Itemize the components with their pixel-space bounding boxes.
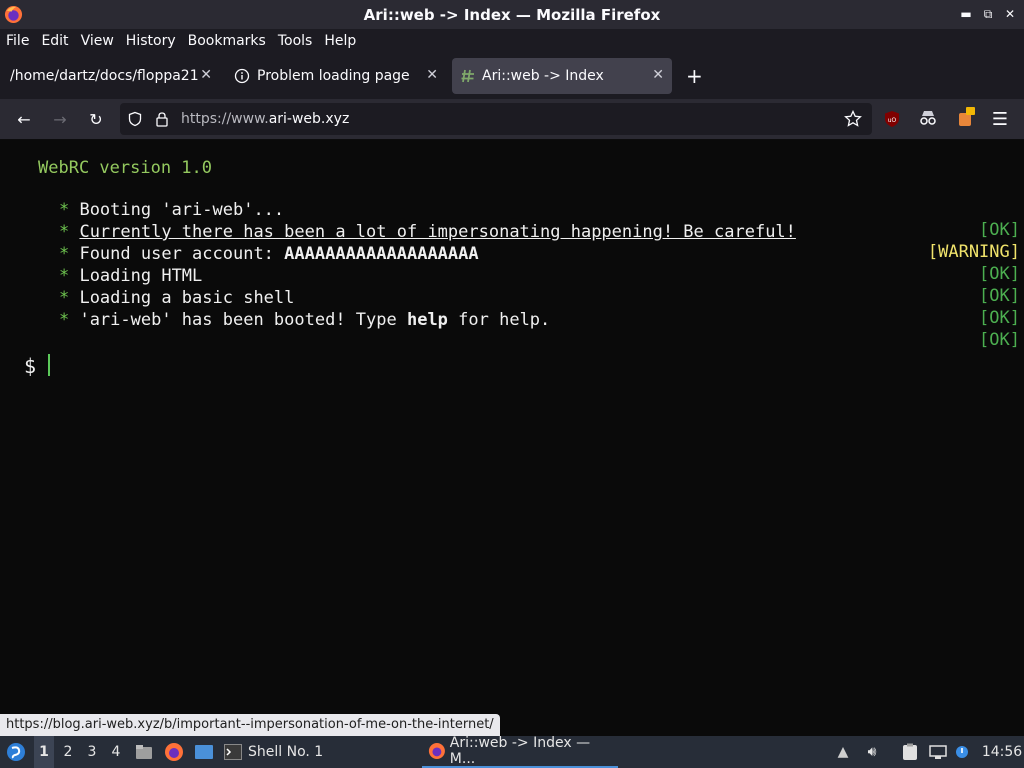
window-title: Ari::web -> Index — Mozilla Firefox xyxy=(363,5,661,24)
back-icon[interactable]: ← xyxy=(14,109,34,129)
info-icon xyxy=(234,68,250,84)
webrc-version: WebRC version 1.0 xyxy=(38,158,212,178)
workspace-3[interactable]: 3 xyxy=(82,736,102,768)
hamburger-menu-icon[interactable]: ☰ xyxy=(990,109,1010,130)
network-icon[interactable] xyxy=(928,736,948,768)
menu-history[interactable]: History xyxy=(120,33,182,49)
extension-badge-icon[interactable] xyxy=(956,106,976,128)
booted-line: * 'ari-web' has been booted! Type help f… xyxy=(58,310,1020,350)
boot-line: * Booting 'ari-web'... [OK] xyxy=(58,200,1020,240)
menu-view[interactable]: View xyxy=(75,33,120,49)
workspace-1[interactable]: 1 xyxy=(34,736,54,768)
loading-html-line: * Loading HTML [OK] xyxy=(58,266,1020,306)
task-firefox[interactable]: Ari::web -> Index — M... xyxy=(422,735,618,768)
shell-prompt: $ xyxy=(24,354,37,378)
url-text: https://www.ari-web.xyz xyxy=(181,111,350,127)
link-status-tooltip: https://blog.ari-web.xyz/b/important--im… xyxy=(0,714,500,736)
taskbar: 1 2 3 4 Shell No. 1 Ari::web -> Index — … xyxy=(0,735,1024,768)
minimize-icon[interactable]: ▬ xyxy=(958,6,974,22)
close-tab-icon[interactable]: ✕ xyxy=(200,67,212,83)
reload-icon[interactable]: ↻ xyxy=(86,109,106,129)
close-tab-icon[interactable]: ✕ xyxy=(652,67,664,83)
menubar: File Edit View History Bookmarks Tools H… xyxy=(0,29,1024,53)
tab-problem-loading[interactable]: Problem loading page ✕ xyxy=(220,58,446,94)
window-titlebar: Ari::web -> Index — Mozilla Firefox ▬ ⧉ … xyxy=(0,0,1024,29)
tray-up-arrow-icon[interactable]: ▲ xyxy=(834,736,852,768)
hash-icon xyxy=(461,69,474,83)
bullet: * xyxy=(58,310,70,330)
task-shell[interactable]: Shell No. 1 xyxy=(224,736,414,768)
task-label: Ari::web -> Index — M... xyxy=(449,735,591,767)
menu-file[interactable]: File xyxy=(0,33,35,49)
spy-extension-icon[interactable] xyxy=(918,110,938,128)
tab-floppa[interactable]: /home/dartz/docs/floppa21.l ✕ xyxy=(0,58,220,94)
navigation-toolbar: ← → ↻ https://www.ari-web.xyz uO ☰ xyxy=(0,99,1024,140)
close-icon[interactable]: ✕ xyxy=(1002,6,1018,22)
menu-help[interactable]: Help xyxy=(318,33,362,49)
menu-edit[interactable]: Edit xyxy=(35,33,74,49)
status-ok: [OK] xyxy=(979,330,1020,350)
workspace-2[interactable]: 2 xyxy=(58,736,78,768)
shield-icon[interactable] xyxy=(127,111,143,127)
volume-icon[interactable]: 🔊︎ xyxy=(862,736,882,768)
firefox-icon xyxy=(428,742,445,760)
help-command: help xyxy=(406,310,448,330)
task-label: Shell No. 1 xyxy=(248,744,324,760)
clipboard-icon[interactable] xyxy=(900,736,920,768)
restore-icon[interactable]: ⧉ xyxy=(980,6,996,22)
window-launcher-icon[interactable] xyxy=(194,736,214,768)
close-tab-icon[interactable]: ✕ xyxy=(426,67,438,83)
lock-icon[interactable] xyxy=(154,111,170,127)
tab-label: Problem loading page xyxy=(257,68,410,84)
file-manager-icon[interactable] xyxy=(134,736,154,768)
tab-ari-web[interactable]: Ari::web -> Index ✕ xyxy=(452,58,672,94)
tab-label: /home/dartz/docs/floppa21.l xyxy=(10,68,198,84)
ublock-icon[interactable]: uO xyxy=(883,110,901,128)
clock[interactable]: 14:56 xyxy=(982,736,1022,768)
tab-label: Ari::web -> Index xyxy=(482,68,604,84)
workspace-4[interactable]: 4 xyxy=(106,736,126,768)
forward-icon[interactable]: → xyxy=(50,109,70,129)
warning-line: * Currently there has been a lot of impe… xyxy=(18,202,1022,262)
bookmark-star-icon[interactable] xyxy=(844,110,862,128)
svg-text:uO: uO xyxy=(888,117,897,124)
menu-bookmarks[interactable]: Bookmarks xyxy=(182,33,272,49)
user-account-line: * Found user account: AAAAAAAAAAAAAAAAAA… xyxy=(58,244,1020,284)
new-tab-button[interactable]: + xyxy=(686,64,703,88)
updates-icon[interactable] xyxy=(954,736,970,768)
url-bar[interactable]: https://www.ari-web.xyz xyxy=(120,103,872,135)
tab-bar: /home/dartz/docs/floppa21.l ✕ Problem lo… xyxy=(0,53,1024,99)
loading-shell-line: * Loading a basic shell [OK] xyxy=(58,288,1020,328)
shell-input-cursor[interactable] xyxy=(48,354,50,376)
firefox-launcher-icon[interactable] xyxy=(164,736,184,768)
menu-tools[interactable]: Tools xyxy=(272,33,319,49)
start-menu-icon[interactable] xyxy=(4,736,28,768)
page-content: WebRC version 1.0 * Booting 'ari-web'...… xyxy=(0,140,1024,714)
terminal-icon xyxy=(224,744,242,760)
